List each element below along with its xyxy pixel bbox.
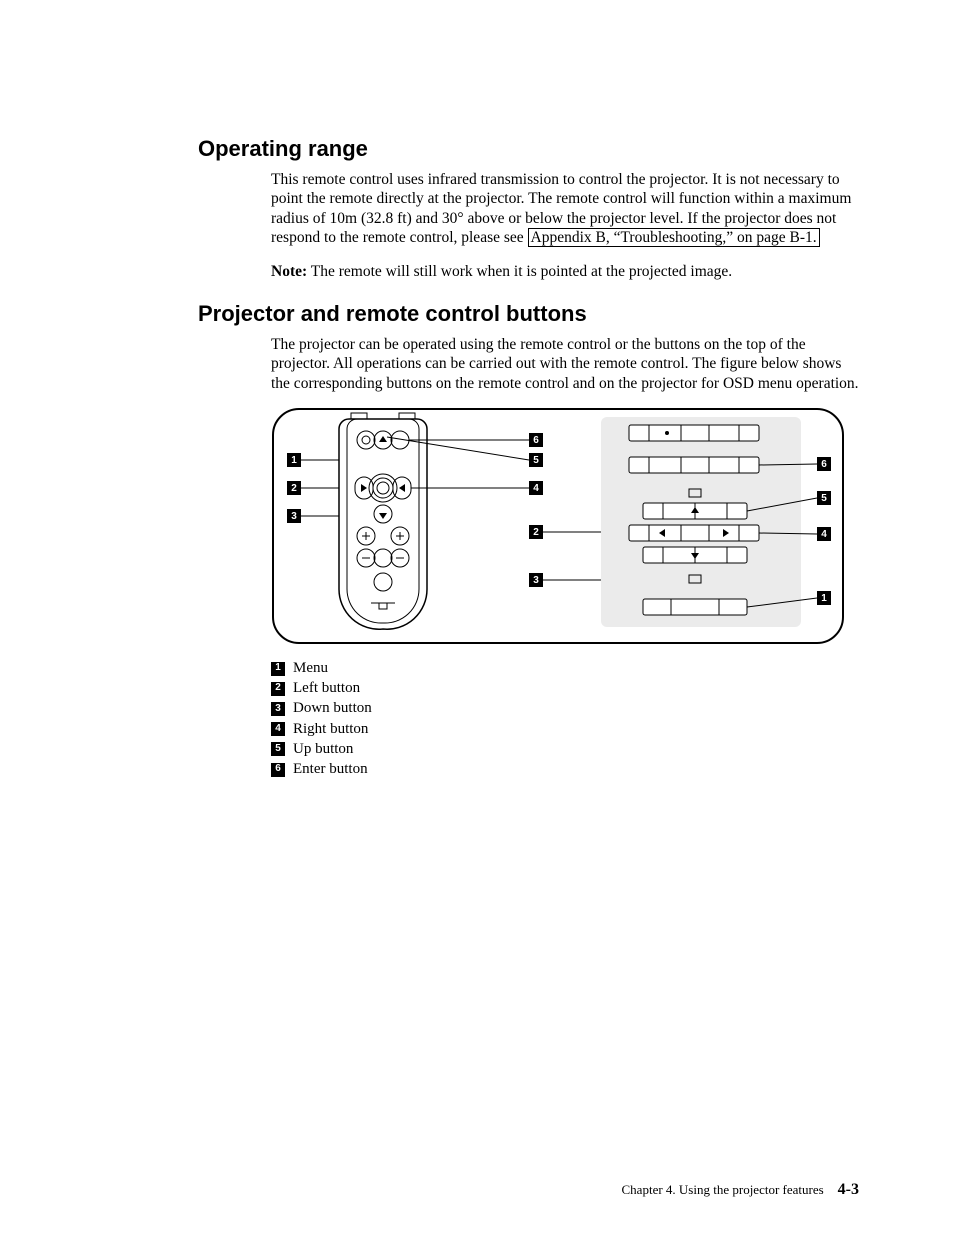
callout-left-3: 3 — [291, 511, 297, 522]
callout-mid-3: 3 — [533, 575, 539, 586]
callout-mid-2: 2 — [533, 527, 539, 538]
legend-label: Enter button — [293, 760, 368, 779]
figure-legend: 1 Menu 2 Left button 3 Down button 4 Rig… — [271, 659, 859, 779]
legend-label: Up button — [293, 740, 353, 759]
legend-row: 1 Menu — [271, 659, 859, 678]
callout-mid-4: 4 — [533, 483, 539, 494]
legend-num: 2 — [271, 682, 285, 696]
callout-right-6: 6 — [821, 459, 827, 470]
legend-row: 3 Down button — [271, 699, 859, 718]
legend-label: Menu — [293, 659, 328, 678]
page-footer: Chapter 4. Using the projector features … — [622, 1181, 859, 1199]
callout-left-1: 1 — [291, 455, 297, 466]
legend-row: 4 Right button — [271, 720, 859, 739]
note-text: The remote will still work when it is po… — [307, 263, 732, 280]
legend-num: 6 — [271, 763, 285, 777]
legend-row: 6 Enter button — [271, 760, 859, 779]
note-label: Note: — [271, 263, 307, 280]
callout-left-2: 2 — [291, 483, 297, 494]
footer-page-number: 4-3 — [838, 1181, 859, 1199]
note-operating-range: Note: The remote will still work when it… — [271, 262, 859, 281]
para-projector-buttons: The projector can be operated using the … — [271, 335, 859, 393]
callout-right-5: 5 — [821, 493, 827, 504]
footer-chapter: Chapter 4. Using the projector features — [622, 1182, 824, 1198]
remote-control-illustration — [339, 413, 427, 629]
legend-num: 5 — [271, 742, 285, 756]
heading-operating-range: Operating range — [198, 136, 859, 162]
xref-appendix-b[interactable]: Appendix B, “Troubleshooting,” on page B… — [528, 228, 820, 247]
callout-right-4: 4 — [821, 529, 827, 540]
legend-label: Left button — [293, 679, 360, 698]
legend-num: 4 — [271, 722, 285, 736]
legend-row: 5 Up button — [271, 740, 859, 759]
projector-top-illustration — [601, 417, 801, 627]
heading-projector-buttons: Projector and remote control buttons — [198, 301, 859, 327]
figure-remote-and-projector: 1 2 3 — [271, 407, 845, 645]
legend-label: Down button — [293, 699, 372, 718]
para-operating-range: This remote control uses infrared transm… — [271, 170, 859, 248]
legend-row: 2 Left button — [271, 679, 859, 698]
callout-mid-6: 6 — [533, 435, 539, 446]
legend-label: Right button — [293, 720, 368, 739]
callout-mid-5: 5 — [533, 455, 539, 466]
legend-num: 3 — [271, 702, 285, 716]
legend-num: 1 — [271, 662, 285, 676]
callout-right-1: 1 — [821, 593, 827, 604]
